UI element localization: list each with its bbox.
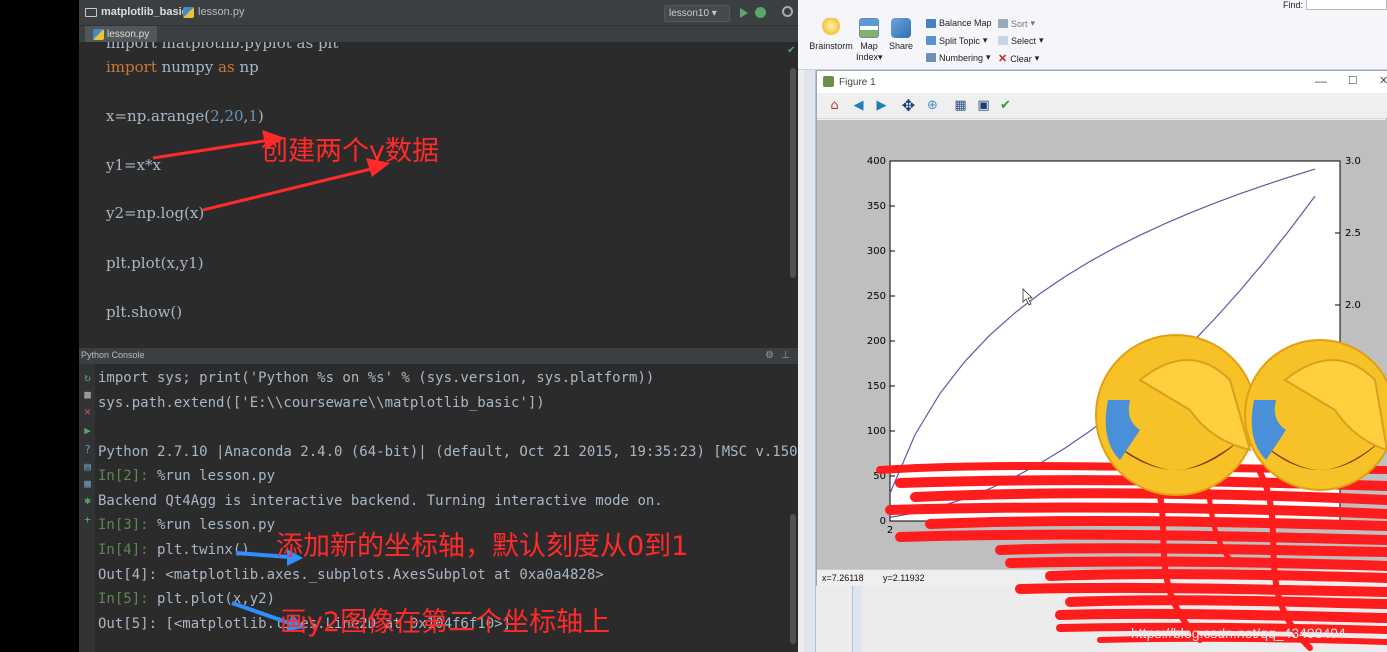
annotation-plot-on-second-axis: 画y2图像在第二个坐标轴上 (280, 607, 611, 638)
annotation-add-new-axis: 添加新的坐标轴，默认刻度从0到1 (276, 531, 689, 562)
facepalm-emoji-right (1244, 339, 1387, 491)
annotation-overlay (152, 130, 1387, 651)
watermark: https://blog.csdn.net/qq_43498494 (1131, 625, 1346, 641)
facepalm-emoji-left (1095, 334, 1257, 496)
annotation-create-two-y: 创建两个y数据 (261, 136, 439, 167)
